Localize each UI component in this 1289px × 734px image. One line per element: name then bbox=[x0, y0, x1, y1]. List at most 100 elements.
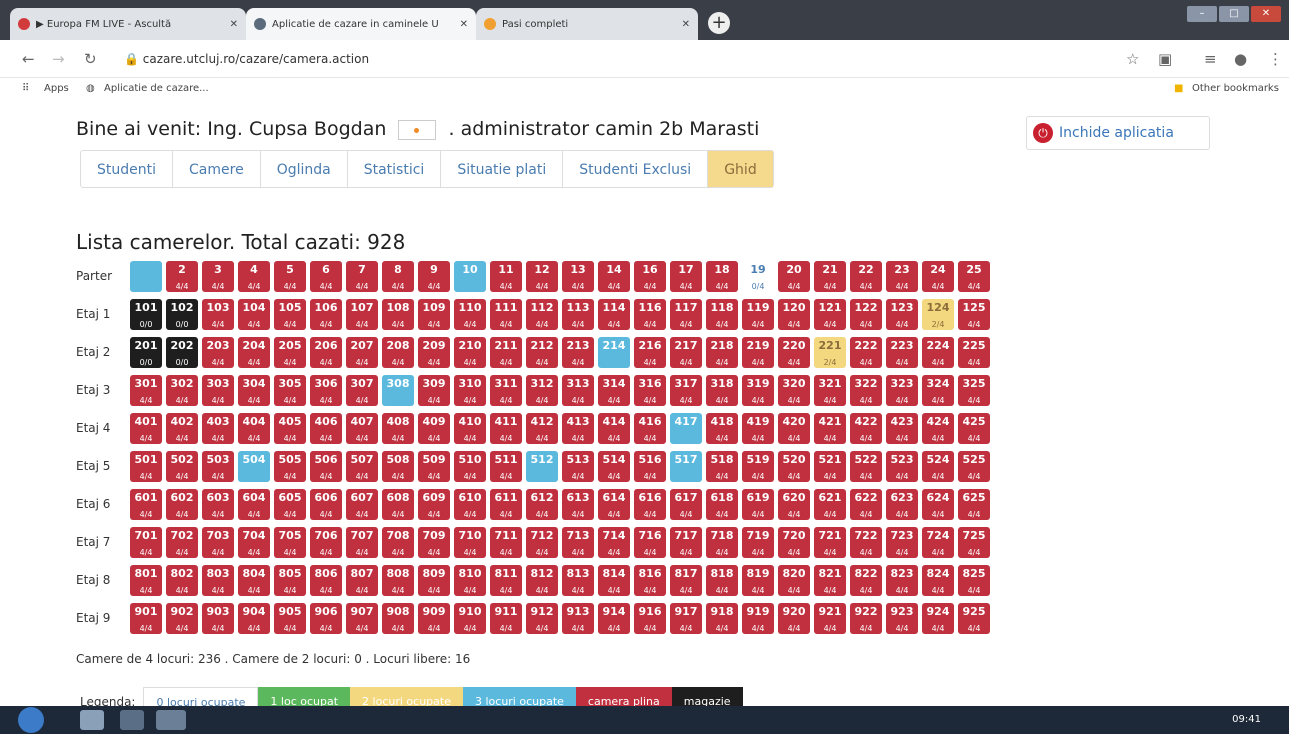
room-cell[interactable]: 514 4/4 bbox=[598, 450, 630, 482]
room-cell[interactable]: 803 4/4 bbox=[202, 564, 234, 596]
other-bookmarks[interactable]: Other bookmarks bbox=[1192, 83, 1279, 94]
room-cell[interactable]: 512 bbox=[526, 450, 558, 482]
room-cell[interactable]: 814 4/4 bbox=[598, 564, 630, 596]
room-cell[interactable]: 610 4/4 bbox=[454, 488, 486, 520]
room-cell[interactable]: 720 4/4 bbox=[778, 526, 810, 558]
menu-dots-icon[interactable]: ⋮ bbox=[1268, 50, 1283, 68]
room-cell[interactable]: 116 4/4 bbox=[634, 298, 666, 330]
room-cell[interactable]: 323 4/4 bbox=[886, 374, 918, 406]
maximize-icon[interactable]: □ bbox=[1219, 6, 1249, 22]
room-cell[interactable]: 123 4/4 bbox=[886, 298, 918, 330]
room-cell[interactable]: 316 4/4 bbox=[634, 374, 666, 406]
room-cell[interactable]: 404 4/4 bbox=[238, 412, 270, 444]
room-cell[interactable]: 906 4/4 bbox=[310, 602, 342, 634]
room-cell[interactable]: 105 4/4 bbox=[274, 298, 306, 330]
room-cell[interactable]: 801 4/4 bbox=[130, 564, 162, 596]
room-cell[interactable]: 710 4/4 bbox=[454, 526, 486, 558]
start-button[interactable] bbox=[18, 707, 44, 733]
room-cell[interactable]: 806 4/4 bbox=[310, 564, 342, 596]
room-cell[interactable]: 210 4/4 bbox=[454, 336, 486, 368]
room-cell[interactable]: 101 0/0 bbox=[130, 298, 162, 330]
close-tab-icon[interactable]: ✕ bbox=[230, 19, 238, 30]
room-cell[interactable]: 402 4/4 bbox=[166, 412, 198, 444]
room-cell[interactable]: 509 4/4 bbox=[418, 450, 450, 482]
room-cell[interactable]: 225 4/4 bbox=[958, 336, 990, 368]
room-cell[interactable]: 714 4/4 bbox=[598, 526, 630, 558]
app-taskbar-icon[interactable] bbox=[156, 710, 186, 730]
room-cell[interactable]: 401 4/4 bbox=[130, 412, 162, 444]
tab-situatie-plati[interactable]: Situatie plati bbox=[441, 151, 564, 187]
room-cell[interactable]: 819 4/4 bbox=[742, 564, 774, 596]
room-cell[interactable]: 613 4/4 bbox=[562, 488, 594, 520]
tab-studenti-exclusi[interactable]: Studenti Exclusi bbox=[563, 151, 709, 187]
room-cell[interactable]: 313 4/4 bbox=[562, 374, 594, 406]
chrome-taskbar-icon[interactable] bbox=[120, 710, 144, 730]
room-cell[interactable]: 818 4/4 bbox=[706, 564, 738, 596]
room-cell[interactable]: 924 4/4 bbox=[922, 602, 954, 634]
room-cell[interactable]: 305 4/4 bbox=[274, 374, 306, 406]
room-cell[interactable]: 220 4/4 bbox=[778, 336, 810, 368]
room-cell[interactable]: 817 4/4 bbox=[670, 564, 702, 596]
room-cell[interactable]: 511 4/4 bbox=[490, 450, 522, 482]
room-cell[interactable]: 503 4/4 bbox=[202, 450, 234, 482]
room-cell[interactable]: 411 4/4 bbox=[490, 412, 522, 444]
room-cell[interactable]: 209 4/4 bbox=[418, 336, 450, 368]
room-cell[interactable]: 903 4/4 bbox=[202, 602, 234, 634]
room-cell[interactable]: 719 4/4 bbox=[742, 526, 774, 558]
room-cell[interactable]: 217 4/4 bbox=[670, 336, 702, 368]
room-cell[interactable]: 623 4/4 bbox=[886, 488, 918, 520]
room-cell[interactable]: 413 4/4 bbox=[562, 412, 594, 444]
room-cell[interactable]: 19 0/4 bbox=[742, 260, 774, 292]
room-cell[interactable]: 223 4/4 bbox=[886, 336, 918, 368]
room-cell[interactable]: 302 4/4 bbox=[166, 374, 198, 406]
room-cell[interactable]: 410 4/4 bbox=[454, 412, 486, 444]
room-cell[interactable]: 622 4/4 bbox=[850, 488, 882, 520]
room-cell[interactable]: 205 4/4 bbox=[274, 336, 306, 368]
room-cell[interactable]: 224 4/4 bbox=[922, 336, 954, 368]
room-cell[interactable]: 911 4/4 bbox=[490, 602, 522, 634]
room-cell[interactable]: 601 4/4 bbox=[130, 488, 162, 520]
room-cell[interactable]: 807 4/4 bbox=[346, 564, 378, 596]
room-cell[interactable]: 809 4/4 bbox=[418, 564, 450, 596]
room-cell[interactable]: 107 4/4 bbox=[346, 298, 378, 330]
room-cell[interactable]: 816 4/4 bbox=[634, 564, 666, 596]
room-cell[interactable]: 419 4/4 bbox=[742, 412, 774, 444]
room-cell[interactable]: 910 4/4 bbox=[454, 602, 486, 634]
room-cell[interactable]: 812 4/4 bbox=[526, 564, 558, 596]
apps-icon[interactable]: ⠿ bbox=[22, 83, 29, 94]
room-cell[interactable]: 109 4/4 bbox=[418, 298, 450, 330]
room-cell[interactable]: 7 4/4 bbox=[346, 260, 378, 292]
room-cell[interactable]: 711 4/4 bbox=[490, 526, 522, 558]
room-cell[interactable]: 6 4/4 bbox=[310, 260, 342, 292]
room-cell[interactable]: 407 4/4 bbox=[346, 412, 378, 444]
room-cell[interactable]: 905 4/4 bbox=[274, 602, 306, 634]
room-cell[interactable]: 420 4/4 bbox=[778, 412, 810, 444]
room-cell[interactable]: 508 4/4 bbox=[382, 450, 414, 482]
room-cell[interactable]: 908 4/4 bbox=[382, 602, 414, 634]
room-cell[interactable]: 21 4/4 bbox=[814, 260, 846, 292]
close-window-icon[interactable]: ✕ bbox=[1251, 6, 1281, 22]
room-cell[interactable]: 218 4/4 bbox=[706, 336, 738, 368]
room-cell[interactable]: 611 4/4 bbox=[490, 488, 522, 520]
room-cell[interactable]: 12 4/4 bbox=[526, 260, 558, 292]
room-cell[interactable]: 712 4/4 bbox=[526, 526, 558, 558]
room-cell[interactable]: 203 4/4 bbox=[202, 336, 234, 368]
room-cell[interactable]: 216 4/4 bbox=[634, 336, 666, 368]
room-cell[interactable]: 318 4/4 bbox=[706, 374, 738, 406]
room-cell[interactable]: 505 4/4 bbox=[274, 450, 306, 482]
room-cell[interactable]: 2 4/4 bbox=[166, 260, 198, 292]
room-cell[interactable]: 724 4/4 bbox=[922, 526, 954, 558]
room-cell[interactable]: 618 4/4 bbox=[706, 488, 738, 520]
room-cell[interactable]: 704 4/4 bbox=[238, 526, 270, 558]
tab-studenti[interactable]: Studenti bbox=[81, 151, 174, 187]
browser-tab-europafm[interactable]: ▶ Europa FM LIVE - Ascultă ✕ bbox=[10, 8, 246, 40]
apps-bookmark[interactable]: Apps bbox=[44, 83, 69, 94]
room-cell[interactable]: 909 4/4 bbox=[418, 602, 450, 634]
room-cell[interactable]: 3 4/4 bbox=[202, 260, 234, 292]
room-cell[interactable]: 621 4/4 bbox=[814, 488, 846, 520]
room-cell[interactable]: 502 4/4 bbox=[166, 450, 198, 482]
room-cell[interactable]: 317 4/4 bbox=[670, 374, 702, 406]
star-icon[interactable]: ☆ bbox=[1126, 50, 1139, 68]
room-cell[interactable]: 516 4/4 bbox=[634, 450, 666, 482]
room-cell[interactable]: 705 4/4 bbox=[274, 526, 306, 558]
